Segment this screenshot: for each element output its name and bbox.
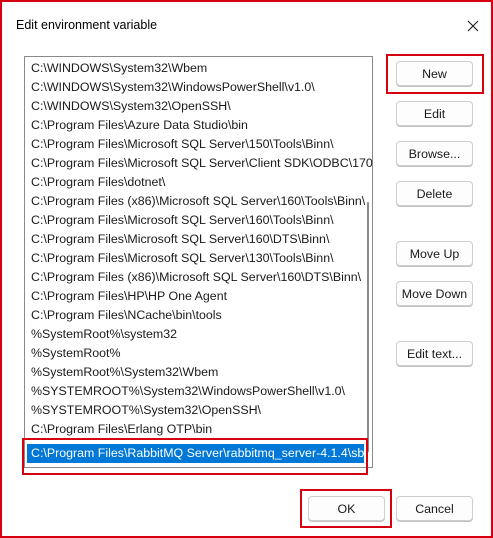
list-item[interactable]: C:\Program Files\Microsoft SQL Server\16… xyxy=(30,211,334,230)
move-up-button[interactable]: Move Up xyxy=(396,241,473,266)
list-item[interactable]: C:\WINDOWS\System32\Wbem xyxy=(30,59,207,78)
list-item[interactable]: C:\Program Files\Microsoft SQL Server\13… xyxy=(30,249,334,268)
list-item[interactable]: %SystemRoot%\system32 xyxy=(30,325,177,344)
delete-button[interactable]: Delete xyxy=(396,181,473,206)
list-item[interactable]: %SystemRoot% xyxy=(30,344,121,363)
edit-button[interactable]: Edit xyxy=(396,101,473,126)
list-item[interactable]: C:\Program Files\HP\HP One Agent xyxy=(30,287,227,306)
list-item[interactable]: C:\WINDOWS\System32\OpenSSH\ xyxy=(30,97,231,116)
move-down-button[interactable]: Move Down xyxy=(396,281,473,306)
list-item[interactable]: C:\Program Files\Microsoft SQL Server\16… xyxy=(30,230,329,249)
list-item[interactable]: %SystemRoot%\System32\Wbem xyxy=(30,363,218,382)
ok-button[interactable]: OK xyxy=(308,496,385,521)
cancel-button[interactable]: Cancel xyxy=(396,496,473,521)
new-button[interactable]: New xyxy=(396,61,473,86)
list-item[interactable]: C:\Program Files\dotnet\ xyxy=(30,173,165,192)
list-item[interactable]: C:\WINDOWS\System32\WindowsPowerShell\v1… xyxy=(30,78,315,97)
title-bar: Edit environment variable xyxy=(4,4,491,46)
scrollbar[interactable] xyxy=(366,67,370,455)
list-item[interactable]: C:\Program Files\Azure Data Studio\bin xyxy=(30,116,248,135)
list-item[interactable]: C:\Program Files\Microsoft SQL Server\15… xyxy=(30,135,334,154)
dialog-title: Edit environment variable xyxy=(16,18,158,32)
list-item[interactable]: C:\Program Files\Erlang OTP\bin xyxy=(30,420,212,439)
list-item[interactable]: C:\Program Files\NCache\bin\tools xyxy=(30,306,222,325)
list-item[interactable]: %SYSTEMROOT%\System32\OpenSSH\ xyxy=(30,401,261,420)
path-list[interactable]: C:\WINDOWS\System32\Wbem C:\WINDOWS\Syst… xyxy=(24,56,373,468)
list-item[interactable]: C:\Program Files\Microsoft SQL Server\Cl… xyxy=(30,154,372,173)
close-button[interactable] xyxy=(456,12,490,40)
close-icon xyxy=(467,20,479,32)
list-item-selected[interactable]: C:\Program Files\RabbitMQ Server\rabbitm… xyxy=(27,444,372,463)
edit-text-button[interactable]: Edit text... xyxy=(396,341,473,366)
browse-button[interactable]: Browse... xyxy=(396,141,473,166)
scroll-thumb[interactable] xyxy=(367,202,369,452)
list-item[interactable]: %SYSTEMROOT%\System32\WindowsPowerShell\… xyxy=(30,382,345,401)
list-item[interactable]: C:\Program Files (x86)\Microsoft SQL Ser… xyxy=(30,268,361,287)
list-item[interactable]: C:\Program Files (x86)\Microsoft SQL Ser… xyxy=(30,192,365,211)
